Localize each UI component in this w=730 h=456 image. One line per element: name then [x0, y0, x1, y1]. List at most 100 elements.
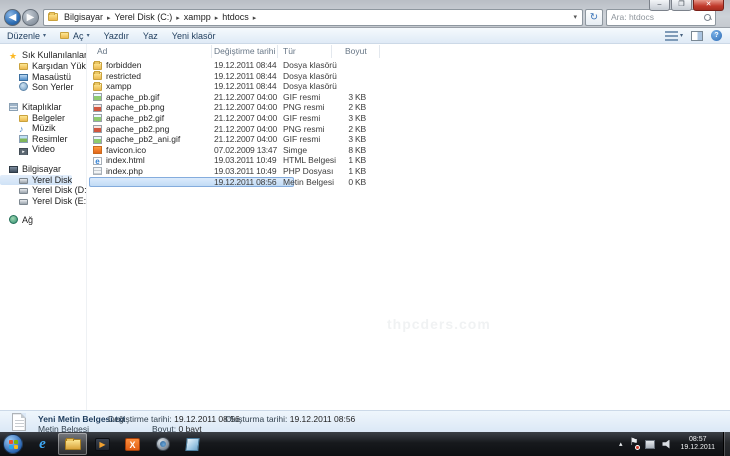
column-separator[interactable]	[277, 45, 278, 58]
sidebar-item[interactable]: Yerel Disk (D:)	[0, 185, 86, 196]
sidebar-item-label: Karşıdan Yüklemeler	[32, 61, 86, 71]
sidebar-item[interactable]: Belgeler	[0, 113, 86, 124]
created-field: Oluşturma tarihi: 19.12.2011 08:56	[225, 414, 356, 424]
file-row[interactable]: forbidden 19.12.2011 08:44 Dosya klasörü	[87, 60, 730, 71]
sidebar-item[interactable]: Müzik	[0, 123, 86, 134]
file-name-cell: apache_pb2_ani.gif	[93, 134, 211, 145]
refresh-button[interactable]	[585, 8, 603, 26]
sidebar-item[interactable]: Yerel Disk (C:)	[0, 174, 72, 185]
open-button[interactable]: Aç	[53, 28, 97, 43]
column-header[interactable]: Ad	[97, 46, 107, 56]
forward-button[interactable]: ▶	[22, 8, 39, 26]
column-header[interactable]: Değiştirme tarihi	[214, 46, 275, 56]
breadcrumb-segment[interactable]: xampp	[182, 12, 213, 22]
file-name: xampp	[106, 81, 132, 92]
change-view-icon[interactable]	[664, 30, 678, 41]
computer-icon	[9, 165, 18, 173]
file-row[interactable]: apache_pb2.png 21.12.2007 04:00 PNG resmi 2…	[87, 124, 730, 135]
file-list-pane[interactable]: Ad Değiştirme tarihi Tür Boyut forbidden 19.…	[87, 44, 730, 410]
sidebar-group: Sık KullanılanlarKarşıdan YüklemelerMasa…	[0, 50, 86, 93]
column-separator[interactable]	[331, 45, 332, 58]
column-separator[interactable]	[379, 45, 380, 58]
file-row[interactable]: apache_pb2_ani.gif 21.12.2007 04:00 GIF re…	[87, 134, 730, 145]
sidebar-group-label[interactable]: Bilgisayar	[0, 164, 86, 175]
internet-explorer-taskbar-button[interactable]	[28, 433, 57, 455]
search-box[interactable]: Ara: htdocs	[606, 8, 716, 26]
recent-icon	[19, 82, 28, 91]
preview-pane-icon[interactable]	[691, 30, 703, 41]
gif-icon	[93, 114, 102, 123]
sidebar-item-label: Yerel Disk (C:)	[32, 174, 72, 185]
new-folder-button[interactable]: Yeni klasör	[165, 28, 223, 43]
sidebar-group-label[interactable]: Ağ	[0, 215, 86, 226]
file-row[interactable]: apache_pb2.gif 21.12.2007 04:00 GIF resmi 3…	[87, 113, 730, 124]
xampp-taskbar-button[interactable]	[118, 433, 147, 455]
show-desktop-button[interactable]	[723, 432, 730, 456]
sidebar-item[interactable]: Resimler	[0, 134, 86, 145]
sidebar-group-label[interactable]: Kitaplıklar	[0, 102, 86, 113]
file-row[interactable]: xampp 19.12.2011 08:44 Dosya klasörü	[87, 81, 730, 92]
media-player-icon	[95, 437, 110, 451]
chevron-down-icon[interactable]	[680, 32, 683, 39]
sidebar-item[interactable]: Masaüstü	[0, 72, 86, 83]
tray-expand-icon[interactable]	[619, 440, 623, 448]
file-row[interactable]: restricted 19.12.2011 08:44 Dosya klasörü	[87, 71, 730, 82]
sidebar-group-label[interactable]: Sık Kullanılanlar	[0, 50, 86, 61]
file-row[interactable]: index.html19.03.2011 10:49HTML Belgesi1 …	[87, 155, 730, 166]
file-name: apache_pb.gif	[106, 91, 160, 102]
sidebar-item[interactable]: Yerel Disk (E:)	[0, 196, 86, 207]
print-button[interactable]: Yazdır	[97, 28, 136, 43]
sidebar-item[interactable]: Son Yerler	[0, 82, 86, 93]
file-name-cell: favicon.ico	[93, 145, 211, 156]
file-modified: 07.02.2009 13:47	[214, 144, 277, 155]
column-separator[interactable]	[211, 45, 212, 58]
file-row[interactable]: apache_pb.gif 21.12.2007 04:00 GIF resmi 3 …	[87, 92, 730, 103]
file-name-cell: xampp	[93, 81, 211, 92]
organize-menu[interactable]: Düzenle	[0, 28, 53, 43]
column-header[interactable]: Tür	[283, 46, 296, 56]
file-row[interactable]: apache_pb.png 21.12.2007 04:00 PNG resmi 2 …	[87, 102, 730, 113]
address-dropdown-icon[interactable]	[570, 13, 580, 21]
back-button[interactable]: ◀	[4, 8, 21, 26]
minimize-button[interactable]: –	[649, 0, 670, 11]
media-center-taskbar-button[interactable]	[148, 433, 177, 455]
file-name: forbidden	[106, 60, 142, 70]
file-name: apache_pb2_ani.gif	[106, 134, 181, 145]
file-row[interactable]: x.php19.12.2011 08:56Metin Belgesi0 KB	[87, 176, 730, 188]
volume-icon[interactable]	[662, 439, 670, 449]
notepad-taskbar-button[interactable]	[178, 433, 207, 455]
column-header[interactable]: Boyut	[345, 46, 367, 56]
sidebar-item[interactable]: Karşıdan Yüklemeler	[0, 61, 86, 72]
file-size: 3 KB	[348, 134, 366, 145]
media-player-taskbar-button[interactable]	[88, 433, 117, 455]
sidebar-item-label: Son Yerler	[32, 82, 74, 92]
breadcrumb-segment[interactable]: Yerel Disk (C:)	[113, 12, 175, 22]
breadcrumb-segment[interactable]: Bilgisayar	[62, 12, 105, 22]
network-status-icon[interactable]	[645, 439, 656, 449]
details-pane: Yeni Metin Belgesi.txt Metin Belgesi Değ…	[0, 410, 730, 434]
file-row[interactable]: index.php 19.03.2011 10:49 PHP Dosyası 1 KB	[87, 166, 730, 177]
action-center-icon[interactable]	[629, 437, 641, 450]
breadcrumb-separator-icon	[174, 15, 182, 22]
navigation-bar: ◀ ▶ Bilgisayar Yerel Disk (C:) xampp htdocs…	[4, 8, 716, 26]
clock-time: 08:57	[688, 436, 707, 443]
help-icon[interactable]	[711, 30, 722, 41]
start-button[interactable]	[3, 434, 23, 454]
chevron-down-icon	[43, 32, 46, 39]
restore-button[interactable]: ❐	[671, 0, 692, 11]
burn-button[interactable]: Yaz	[136, 28, 165, 43]
file-type: Dosya klasörü	[283, 81, 337, 92]
taskbar: 08:57 19.12.2011	[0, 432, 730, 456]
close-button[interactable]: ✕	[693, 0, 724, 11]
sidebar-item-label: Belgeler	[32, 112, 66, 123]
chevron-down-icon	[87, 32, 90, 39]
alert-badge	[635, 444, 641, 450]
file-row[interactable]: favicon.ico 07.02.2009 13:47 Simge 8 KB	[87, 145, 730, 156]
file-name: index.html	[106, 155, 145, 166]
taskbar-clock[interactable]: 08:57 19.12.2011	[680, 436, 715, 452]
windows-explorer-taskbar-button[interactable]	[58, 433, 87, 455]
breadcrumb-segment[interactable]: htdocs	[220, 12, 251, 22]
sidebar-item[interactable]: Video	[0, 144, 86, 155]
address-bar[interactable]: Bilgisayar Yerel Disk (C:) xampp htdocs	[43, 8, 583, 26]
clock-date: 19.12.2011	[680, 444, 715, 451]
